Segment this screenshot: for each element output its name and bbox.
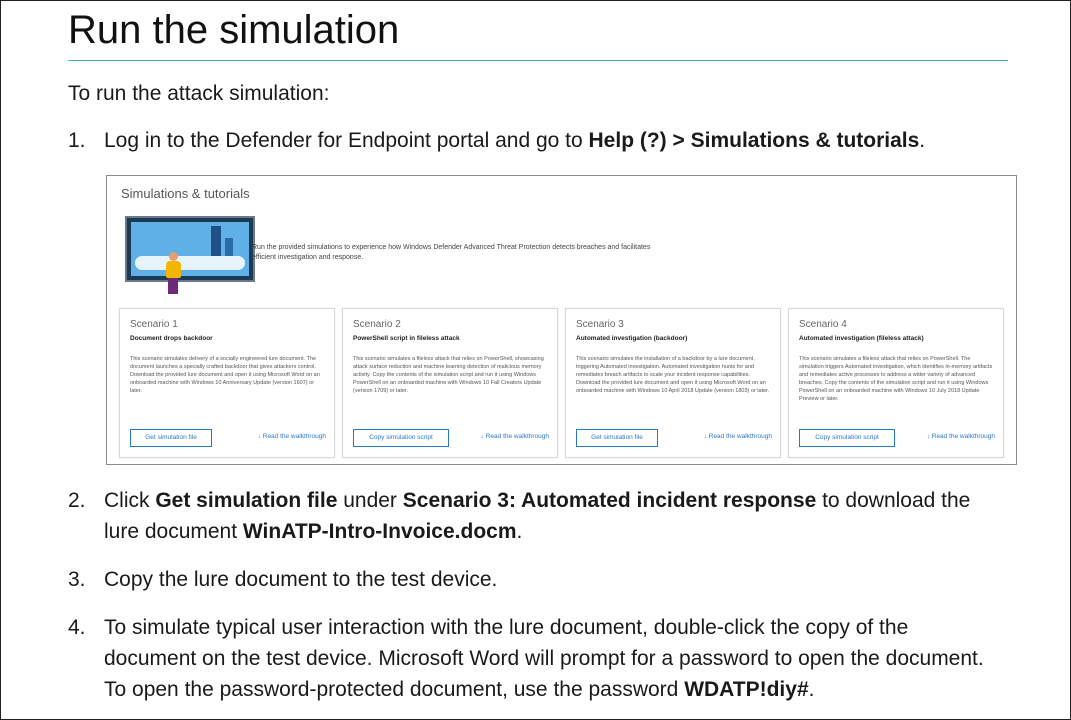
scenario-description: This scenario simulates delivery of a so… (130, 356, 320, 394)
step-text: . (808, 678, 815, 701)
intro-text: To run the attack simulation: (68, 82, 330, 105)
step-number: 1. (68, 129, 86, 152)
step-text: Copy the lure document to the test devic… (104, 568, 498, 591)
scenario-description: This scenario simulates the installation… (576, 356, 770, 394)
walkthrough-link[interactable]: ↓ Read the walkthrough (704, 433, 772, 440)
step-bold-text: WDATP!diy# (684, 678, 809, 701)
step-bold-text: WinATP-Intro-Invoice.docm (242, 520, 517, 543)
step-number: 4. (68, 616, 86, 639)
scenario-subtitle: Automated investigation (fileless attack… (799, 335, 924, 342)
step-3: 3. Copy the lure document to the test de… (68, 564, 984, 595)
step-text: To simulate typical user interaction wit… (104, 616, 984, 701)
hero-description: Run the provided simulations to experien… (252, 244, 651, 261)
scenario-card: Scenario 2 PowerShell script in fileless… (342, 308, 558, 458)
title-divider (68, 60, 1008, 61)
screenshot-title: Simulations & tutorials (121, 186, 250, 201)
person-illustration (165, 252, 181, 296)
scenario-card: Scenario 1 Document drops backdoor This … (119, 308, 335, 458)
walkthrough-link[interactable]: ↓ Read the walkthrough (927, 433, 995, 440)
scenario-card: Scenario 3 Automated investigation (back… (565, 308, 781, 458)
step-text: Log in to the Defender for Endpoint port… (104, 129, 589, 152)
step-2: 2. Click Get simulation file under Scena… (68, 485, 984, 547)
page-title: Run the simulation (68, 8, 400, 52)
step-4: 4. To simulate typical user interaction … (68, 612, 984, 705)
scenario-label: Scenario 1 (130, 319, 178, 330)
step-bold-text: Get simulation file (155, 489, 338, 512)
step-number: 2. (68, 489, 86, 512)
scenario-subtitle: PowerShell script in fileless attack (353, 335, 460, 342)
scenario-subtitle: Automated investigation (backdoor) (576, 335, 688, 342)
copy-simulation-script-button[interactable]: Copy simulation script (799, 429, 895, 447)
step-text: Click (104, 489, 156, 512)
scenario-card: Scenario 4 Automated investigation (file… (788, 308, 1004, 458)
scenario-subtitle: Document drops backdoor (130, 335, 213, 342)
hero-illustration (125, 216, 255, 282)
document-page: Run the simulation To run the attack sim… (0, 0, 1071, 720)
step-text: . (919, 129, 926, 152)
get-simulation-file-button[interactable]: Get simulation file (130, 429, 212, 447)
scenario-description: This scenario simulates a fileless attac… (799, 356, 993, 402)
copy-simulation-script-button[interactable]: Copy simulation script (353, 429, 449, 447)
scenario-label: Scenario 4 (799, 319, 847, 330)
scenario-description: This scenario simulates a fileless attac… (353, 356, 544, 394)
scenario-label: Scenario 3 (576, 319, 624, 330)
step-text: under (337, 489, 403, 512)
step-text: . (516, 520, 523, 543)
step-number: 3. (68, 568, 86, 591)
step-bold-text: Scenario 3: Automated incident response (402, 489, 817, 512)
step-1: 1. Log in to the Defender for Endpoint p… (68, 125, 984, 156)
walkthrough-link[interactable]: ↓ Read the walkthrough (258, 433, 326, 440)
walkthrough-link[interactable]: ↓ Read the walkthrough (481, 433, 549, 440)
get-simulation-file-button[interactable]: Get simulation file (576, 429, 658, 447)
portal-screenshot: Simulations & tutorials Run the provided… (106, 175, 1017, 465)
step-bold-text: Help (?) > Simulations & tutorials (588, 129, 920, 152)
scenario-label: Scenario 2 (353, 319, 401, 330)
